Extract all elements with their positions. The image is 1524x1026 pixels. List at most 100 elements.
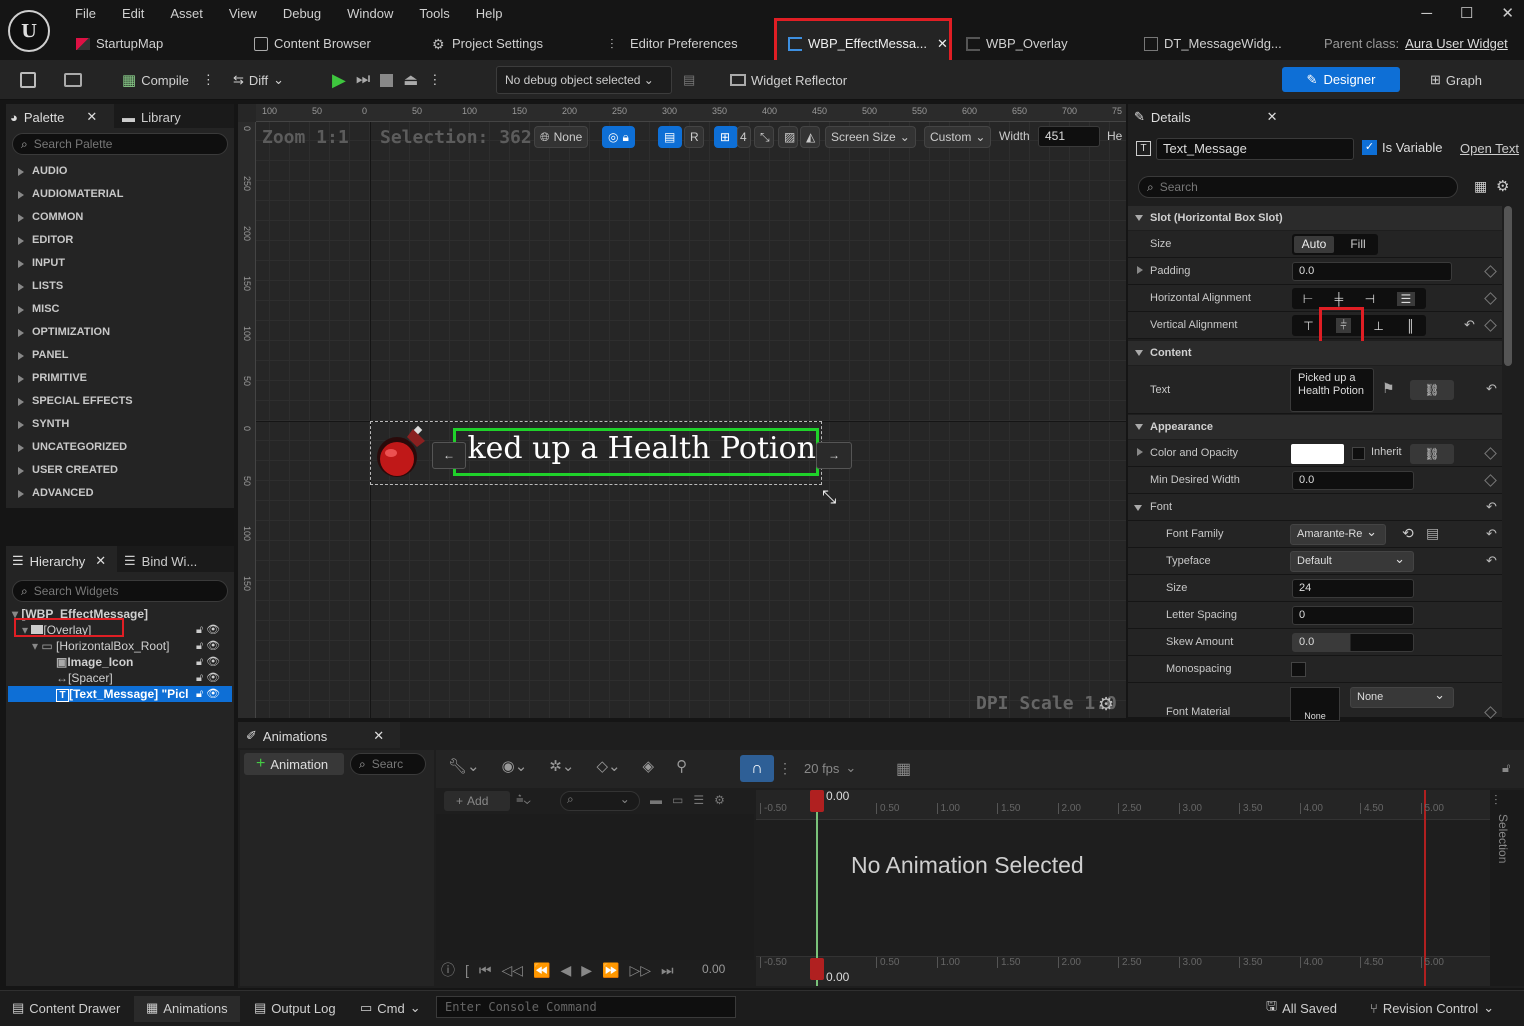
animations-drawer-button[interactable]: ▦ Animations	[146, 996, 228, 1020]
close-icon[interactable]: ✕	[373, 728, 384, 744]
use-selected-icon[interactable]: ⟲	[1402, 525, 1414, 542]
bind-link-icon[interactable]: ⛓︎	[1410, 380, 1454, 400]
lock-icon[interactable]: 🔓︎	[1502, 760, 1510, 776]
eye-icon[interactable]: ◉⌄	[502, 757, 528, 775]
lock-eye-icons[interactable]: 🔓︎ 👁︎	[196, 622, 230, 638]
close-icon[interactable]: ✕	[86, 109, 97, 125]
align-left-icon[interactable]: ⊢	[1303, 292, 1313, 306]
content-drawer-button[interactable]: ▤ Content Drawer	[12, 996, 120, 1020]
dpi-settings-gear-icon[interactable]: ⚙	[1098, 694, 1114, 715]
tab-dt-messagewidget[interactable]: DT_MessageWidg...	[1144, 30, 1282, 58]
play-icon[interactable]: ▶	[332, 70, 346, 91]
align-center-h-icon[interactable]: ╪	[1335, 292, 1344, 306]
lock-eye-icons[interactable]: 🔓︎ 👁︎	[196, 670, 230, 686]
debug-browse-button[interactable]: ▤	[683, 66, 695, 94]
color-swatch[interactable]	[1291, 444, 1344, 464]
add-animation-button[interactable]: + Animation	[244, 753, 344, 775]
collapse-icon[interactable]: ▬	[650, 793, 662, 807]
custom-size-dropdown[interactable]: Custom ⌄	[924, 126, 992, 148]
filter-icon[interactable]: ✲⌄	[549, 757, 574, 775]
open-text-link[interactable]: Open Text	[1460, 141, 1520, 156]
palette-search-input[interactable]: ⌕ Search Palette	[12, 133, 228, 155]
palette-category[interactable]: USER CREATED	[6, 459, 234, 482]
cmd-dropdown[interactable]: ▭ Cmd ⌄	[360, 996, 421, 1020]
play-icon[interactable]: ▶	[581, 962, 592, 979]
to-start-icon[interactable]: ⏮	[479, 962, 492, 979]
menu-help[interactable]: Help	[463, 0, 516, 28]
size-auto-button[interactable]: Auto	[1294, 236, 1334, 253]
menu-asset[interactable]: Asset	[157, 0, 216, 28]
font-material-dropdown[interactable]: None	[1350, 685, 1454, 708]
min-width-input[interactable]: 0.0	[1292, 471, 1414, 490]
padding-input[interactable]: 0.0	[1292, 262, 1452, 281]
selection-label[interactable]: Selection	[1496, 814, 1510, 863]
transform-button[interactable]: ⤡	[754, 126, 774, 148]
save-button[interactable]	[20, 66, 36, 94]
menu-debug[interactable]: Debug	[270, 0, 334, 28]
play-reverse-icon[interactable]: ◀	[560, 962, 571, 979]
font-family-dropdown[interactable]: Amarante-Re	[1290, 522, 1386, 545]
lock-eye-icons[interactable]: 🔓︎ 👁︎	[196, 638, 230, 654]
track-search-input[interactable]: ⌕ ⌄	[560, 791, 640, 811]
palette-category[interactable]: SPECIAL EFFECTS	[6, 390, 234, 413]
resize-handle-icon[interactable]: ⤡	[822, 487, 836, 508]
to-end-icon[interactable]: ⏭	[661, 962, 674, 979]
snap-magnet-icon[interactable]: ∩	[740, 755, 774, 782]
close-icon[interactable]: ✕	[95, 553, 106, 569]
more-options-icon[interactable]: ⋮	[428, 72, 441, 88]
key-all-icon[interactable]: ◈	[643, 757, 655, 775]
graph-button[interactable]: ⊞ Graph	[1430, 66, 1482, 94]
more-options-icon[interactable]: ⋮	[778, 760, 792, 777]
reset-arrow-icon[interactable]: ↶	[1464, 317, 1475, 333]
widget-name-input[interactable]: Text_Message	[1156, 138, 1354, 160]
settings-gear-icon[interactable]: ⚙	[714, 793, 725, 807]
maximize-icon[interactable]: ☐	[1460, 4, 1473, 22]
palette-category[interactable]: EDITOR	[6, 229, 234, 252]
debug-object-dropdown[interactable]: No debug object selected ⌄	[496, 66, 672, 94]
letter-spacing-input[interactable]: 0	[1292, 606, 1414, 625]
step-forward-icon[interactable]: ⏩	[602, 962, 619, 979]
text-value-input[interactable]: Picked up a Health Potion	[1290, 368, 1374, 412]
align-top-icon[interactable]: ⊤	[1303, 319, 1313, 333]
all-saved-button[interactable]: 🖫︎ All Saved	[1266, 996, 1337, 1020]
more-options-icon[interactable]: ⋮	[202, 72, 215, 88]
font-size-input[interactable]: 24	[1292, 579, 1414, 598]
stop-icon[interactable]	[380, 73, 394, 87]
playback-range-icon[interactable]: ▦	[896, 759, 911, 779]
revision-control-button[interactable]: ⑂ Revision Control ⌄	[1370, 996, 1494, 1020]
details-scrollbar[interactable]	[1504, 206, 1512, 366]
respect-locks-button[interactable]: ▤	[658, 126, 682, 148]
lock-eye-icons[interactable]: 🔓︎ 👁︎	[196, 654, 230, 670]
menu-file[interactable]: File	[62, 0, 109, 28]
reset-arrow-icon[interactable]: ↶	[1486, 553, 1497, 569]
reset-arrow-icon[interactable]: ↶	[1486, 499, 1497, 515]
table-view-icon[interactable]: ▦	[1474, 178, 1487, 195]
step-icon[interactable]: ⏭	[356, 71, 370, 89]
minimize-icon[interactable]: ─	[1421, 5, 1432, 22]
info-icon[interactable]: ⓘ	[441, 960, 455, 980]
palette-category[interactable]: INPUT	[6, 252, 234, 275]
keyframe-diamond-icon[interactable]	[1484, 706, 1497, 719]
designer-canvas[interactable]	[238, 104, 1126, 718]
font-material-thumbnail[interactable]: None	[1290, 687, 1340, 721]
palette-category[interactable]: UNCATEGORIZED	[6, 436, 234, 459]
close-icon[interactable]: ✕	[1501, 4, 1514, 22]
typeface-dropdown[interactable]: Default	[1290, 549, 1414, 572]
grid-value[interactable]: 4	[737, 126, 751, 148]
keyframe-diamond-icon[interactable]	[1484, 292, 1497, 305]
tree-item-horizontalbox[interactable]: ▾ ▭ [HorizontalBox_Root]	[32, 638, 169, 654]
wrench-icon[interactable]: 🔧︎⌄	[448, 757, 480, 775]
tab-wbp-overlay[interactable]: WBP_Overlay	[966, 30, 1068, 58]
details-search-input[interactable]: ⌕ Search	[1138, 176, 1458, 198]
menu-view[interactable]: View	[216, 0, 270, 28]
keyframe-diamond-icon[interactable]	[1484, 319, 1497, 332]
tree-item-image-icon[interactable]: ▣Image_Icon	[56, 654, 133, 670]
list-icon[interactable]: ☰	[693, 793, 704, 807]
r-toggle-button[interactable]: R	[684, 126, 704, 148]
hierarchy-search-input[interactable]: ⌕ Search Widgets	[12, 580, 228, 602]
next-key-icon[interactable]: ▷▷	[629, 962, 651, 979]
section-slot[interactable]: Slot (Horizontal Box Slot)	[1128, 206, 1502, 230]
localize-preview-button[interactable]: 🌐︎ None	[534, 126, 589, 148]
palette-category[interactable]: SYNTH	[6, 413, 234, 436]
fps-dropdown[interactable]: 20 fps ⌄	[804, 760, 856, 776]
